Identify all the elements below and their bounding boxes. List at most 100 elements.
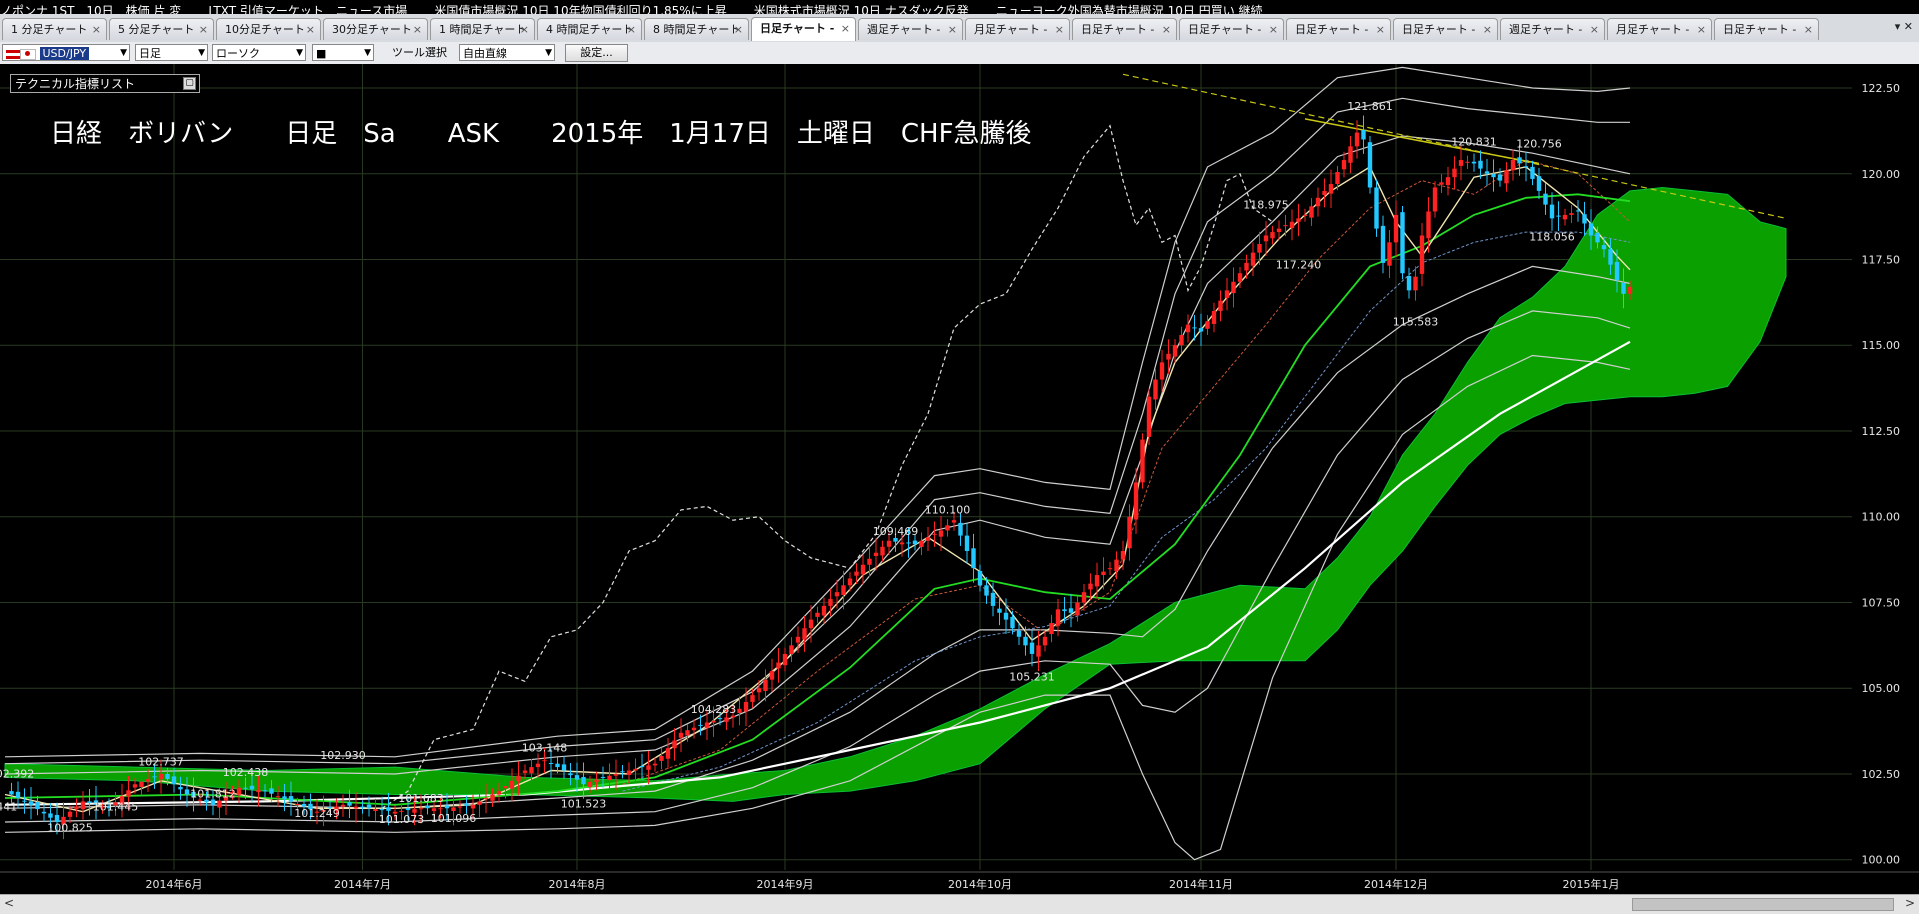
- us-flag-icon: [6, 49, 20, 59]
- scroll-left-icon[interactable]: <: [4, 896, 14, 910]
- close-icon[interactable]: ×: [520, 19, 529, 40]
- candle-body: [145, 779, 151, 782]
- close-icon[interactable]: ×: [1269, 19, 1278, 40]
- tool-select[interactable]: 自由直線 ▼: [459, 44, 555, 61]
- chart-tab[interactable]: 日足チャート - ×: [1393, 18, 1498, 40]
- price-label: 100.825: [47, 822, 93, 835]
- candle-body: [626, 770, 632, 775]
- candle-body: [1361, 129, 1366, 140]
- symbol-select[interactable]: USD/JPY ▼: [2, 44, 130, 61]
- horizontal-scrollbar[interactable]: < >: [0, 894, 1919, 914]
- candle-body: [496, 791, 502, 795]
- chart-tab[interactable]: 日足チャート - ×: [1179, 18, 1284, 40]
- chart-tab[interactable]: 週足チャート - ×: [858, 18, 963, 40]
- candle-body: [1029, 642, 1035, 654]
- candle-body: [990, 592, 996, 606]
- candle-body: [1562, 214, 1568, 220]
- chevron-down-icon: ▼: [120, 48, 127, 58]
- candle-body: [737, 708, 742, 713]
- settings-button[interactable]: 設定...: [565, 44, 628, 62]
- candle-body: [867, 558, 872, 565]
- price-label: 101.683: [398, 792, 444, 805]
- candle-body: [548, 762, 554, 764]
- close-icon[interactable]: ×: [1162, 19, 1171, 40]
- candle-body: [841, 585, 846, 595]
- candle-body: [620, 771, 625, 773]
- chart-tab[interactable]: 月足チャート - ×: [1607, 18, 1712, 40]
- candle-body: [821, 605, 827, 616]
- chart-tab[interactable]: 30分足チャート ×: [323, 18, 428, 40]
- candle-body: [41, 811, 47, 814]
- close-icon[interactable]: ×: [413, 19, 422, 40]
- close-icon[interactable]: ×: [841, 18, 850, 40]
- tab-label: 日足チャート -: [1081, 23, 1155, 36]
- chart-tab[interactable]: 1 時間足チャート ×: [430, 18, 535, 40]
- candle-body: [425, 805, 430, 809]
- candle-body: [457, 806, 463, 808]
- tab-label: 日足チャート -: [1188, 23, 1262, 36]
- candle-body: [1341, 160, 1347, 170]
- tab-menu-icon[interactable]: ▾ ✕: [1895, 20, 1913, 33]
- close-icon[interactable]: ×: [1483, 19, 1492, 40]
- chart-type-select[interactable]: ローソク ▼: [212, 44, 306, 61]
- candle-body: [795, 636, 801, 643]
- chevron-down-icon: ▼: [545, 48, 552, 58]
- chart-tab[interactable]: 週足チャート - ×: [1500, 18, 1605, 40]
- candle-body: [1406, 275, 1412, 291]
- close-icon[interactable]: ×: [199, 19, 208, 40]
- chart-tab[interactable]: 月足チャート - ×: [965, 18, 1070, 40]
- close-icon[interactable]: ×: [1590, 19, 1599, 40]
- candle-body: [1101, 571, 1106, 576]
- collapse-icon[interactable]: ▢: [183, 77, 196, 90]
- candle-body: [165, 773, 170, 780]
- scroll-thumb[interactable]: [1632, 898, 1894, 911]
- chart-tab[interactable]: 日足チャート - ×: [1072, 18, 1177, 40]
- chevron-down-icon: ▼: [198, 48, 205, 58]
- tab-label: 10分足チャート: [225, 23, 305, 36]
- chart-tab[interactable]: 5 分足チャート ×: [109, 18, 214, 40]
- candle-body: [743, 701, 749, 712]
- candle-body: [217, 800, 222, 808]
- close-icon[interactable]: ×: [948, 19, 957, 40]
- chart-tab[interactable]: 8 時間足チャート ×: [644, 18, 749, 40]
- candle-body: [1426, 211, 1431, 239]
- candle-body: [490, 794, 495, 801]
- candle-body: [1211, 310, 1217, 324]
- timeframe-select[interactable]: 日足 ▼: [135, 44, 208, 61]
- close-icon[interactable]: ×: [306, 19, 315, 40]
- ticker-item: 米国株式市場概況 10日 ナスダック反発: [753, 4, 969, 14]
- close-icon[interactable]: ×: [627, 19, 636, 40]
- candle-body: [1289, 221, 1295, 228]
- candle-body: [808, 619, 814, 629]
- close-icon[interactable]: ×: [1697, 19, 1706, 40]
- date-axis-label: 2014年7月: [334, 877, 391, 891]
- price-axis-label: 100.00: [1862, 854, 1901, 867]
- price-chart[interactable]: 102.392 .441 100.825 102.737 101.445 102.438 1…: [0, 64, 1919, 894]
- candle-body: [1309, 206, 1314, 218]
- chart-tab[interactable]: 日足チャート - ×: [1286, 18, 1391, 40]
- close-icon[interactable]: ×: [1055, 19, 1064, 40]
- close-icon[interactable]: ×: [734, 19, 743, 40]
- chart-tab[interactable]: 日足チャート - ×: [751, 17, 856, 41]
- candle-body: [854, 571, 859, 576]
- chart-tab[interactable]: 日足チャート - ×: [1714, 18, 1819, 40]
- candle-body: [1198, 328, 1204, 332]
- candle-body: [1179, 334, 1184, 346]
- chart-tab[interactable]: 4 時間足チャート ×: [537, 18, 642, 40]
- close-icon[interactable]: ×: [1804, 19, 1813, 40]
- candle-body: [464, 803, 469, 806]
- candle-body: [80, 801, 86, 810]
- indicator-list-panel[interactable]: テクニカル指標リスト ▢: [10, 74, 200, 93]
- color-select[interactable]: ■ ▼: [312, 44, 374, 61]
- close-icon[interactable]: ×: [92, 19, 101, 40]
- price-axis-label: 110.00: [1862, 511, 1901, 524]
- candle-body: [509, 780, 515, 789]
- candle-body: [67, 811, 73, 817]
- chart-tab[interactable]: 1 分足チャート ×: [2, 18, 107, 40]
- candle-body: [919, 540, 924, 547]
- candle-body: [275, 796, 281, 798]
- chart-tab[interactable]: 10分足チャート ×: [216, 18, 321, 40]
- close-icon[interactable]: ×: [1376, 19, 1385, 40]
- scroll-right-icon[interactable]: >: [1905, 896, 1915, 910]
- candle-body: [405, 808, 411, 810]
